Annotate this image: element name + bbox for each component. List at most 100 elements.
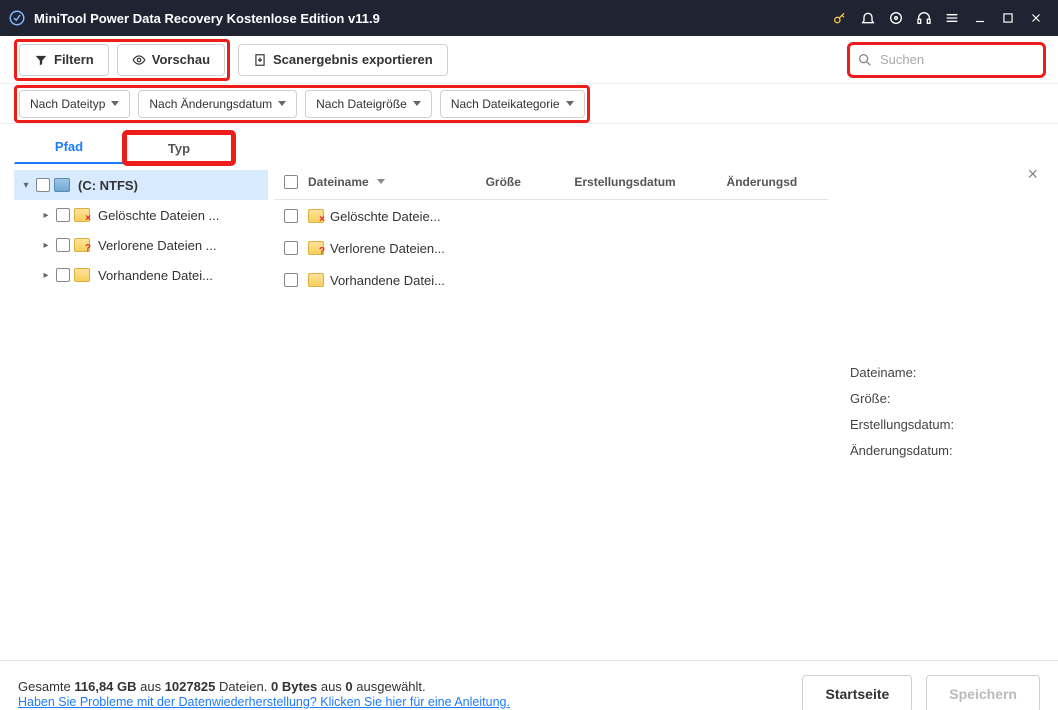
checkbox[interactable] (284, 241, 298, 255)
chevron-down-icon (566, 101, 574, 106)
checkbox-all[interactable] (284, 175, 298, 189)
footer: Gesamte 116,84 GB aus 1027825 Dateien. 0… (0, 660, 1058, 710)
footer-file-count: 1027825 (165, 679, 216, 694)
chevron-right-icon[interactable]: ▸ (40, 270, 52, 281)
save-button[interactable]: Speichern (926, 675, 1040, 710)
filter-category-label: Nach Dateikategorie (451, 97, 560, 111)
filter-button[interactable]: Filtern (19, 44, 109, 76)
filter-filetype[interactable]: Nach Dateityp (19, 90, 130, 118)
close-icon[interactable] (1022, 4, 1050, 32)
main: ▾ (C: NTFS) ▸ Gelöschte Dateien ... ▸ Ve… (0, 164, 1058, 660)
details-panel: × Dateiname: Größe: Erstellungsdatum: Än… (834, 164, 1044, 660)
tree-item-lost[interactable]: ▸ Verlorene Dateien ... (14, 230, 268, 260)
tree-root-label: (C: NTFS) (78, 178, 268, 193)
tab-type[interactable]: Typ (124, 132, 234, 164)
footer-selected-count: 0 (345, 679, 352, 694)
footer-total-size: 116,84 GB (74, 679, 136, 694)
tree-root[interactable]: ▾ (C: NTFS) (14, 170, 268, 200)
col-filename-label: Dateiname (308, 175, 369, 189)
filter-size[interactable]: Nach Dateigröße (305, 90, 432, 118)
list-row-name: Verlorene Dateien... (330, 241, 445, 256)
detail-filename-label: Dateiname: (850, 360, 1038, 386)
detail-size-label: Größe: (850, 386, 1038, 412)
app-title: MiniTool Power Data Recovery Kostenlose … (34, 11, 380, 26)
tabs: Pfad Typ (0, 124, 1058, 164)
disc-icon[interactable] (882, 4, 910, 32)
minimize-icon[interactable] (966, 4, 994, 32)
folder-lost-icon (308, 241, 324, 255)
drive-icon (54, 178, 70, 192)
filter-modified[interactable]: Nach Änderungsdatum (138, 90, 297, 118)
highlight-filters: Nach Dateityp Nach Änderungsdatum Nach D… (14, 85, 590, 123)
export-icon (253, 53, 267, 67)
checkbox[interactable] (56, 268, 70, 282)
list-panel: Dateiname Größe Erstellungsdatum Änderun… (268, 164, 834, 660)
sort-desc-icon (377, 179, 385, 184)
checkbox[interactable] (56, 238, 70, 252)
folder-lost-icon (74, 238, 90, 252)
tree-item-label: Gelöschte Dateien ... (98, 208, 268, 223)
filter-button-label: Filtern (54, 52, 94, 67)
titlebar: MiniTool Power Data Recovery Kostenlose … (0, 0, 1058, 36)
tab-path[interactable]: Pfad (14, 130, 124, 164)
chevron-down-icon (111, 101, 119, 106)
list-row-name: Gelöschte Dateie... (330, 209, 441, 224)
list-header: Dateiname Größe Erstellungsdatum Änderun… (274, 164, 828, 200)
folder-icon (74, 268, 90, 282)
highlight-search (849, 44, 1044, 76)
bell-icon[interactable] (854, 4, 882, 32)
chevron-right-icon[interactable]: ▸ (40, 240, 52, 251)
checkbox[interactable] (284, 209, 298, 223)
detail-created-label: Erstellungsdatum: (850, 412, 1038, 438)
checkbox[interactable] (284, 273, 298, 287)
checkbox[interactable] (36, 178, 50, 192)
folder-deleted-icon (74, 208, 90, 222)
tree-item-label: Vorhandene Datei... (98, 268, 268, 283)
tree-item-deleted[interactable]: ▸ Gelöschte Dateien ... (14, 200, 268, 230)
eye-icon (132, 53, 146, 67)
col-filename[interactable]: Dateiname (308, 175, 486, 189)
col-size[interactable]: Größe (486, 175, 575, 189)
list-row[interactable]: Verlorene Dateien... (274, 232, 828, 264)
filter-modified-label: Nach Änderungsdatum (149, 97, 272, 111)
col-modified[interactable]: Änderungsd (727, 175, 828, 189)
chevron-right-icon[interactable]: ▸ (40, 210, 52, 221)
headset-icon[interactable] (910, 4, 938, 32)
tree-item-label: Verlorene Dateien ... (98, 238, 268, 253)
highlight-filter-preview: Filtern Vorschau (14, 39, 230, 81)
menu-icon[interactable] (938, 4, 966, 32)
footer-text: aus (317, 679, 345, 694)
search-icon (857, 52, 873, 68)
checkbox[interactable] (56, 208, 70, 222)
toolbar: Filtern Vorschau Scanergebnis exportiere… (0, 36, 1058, 84)
export-button-label: Scanergebnis exportieren (273, 52, 433, 67)
home-button[interactable]: Startseite (802, 675, 912, 710)
col-created[interactable]: Erstellungsdatum (574, 175, 726, 189)
tree-item-existing[interactable]: ▸ Vorhandene Datei... (14, 260, 268, 290)
footer-text: aus (137, 679, 165, 694)
folder-icon (308, 273, 324, 287)
chevron-down-icon[interactable]: ▾ (20, 180, 32, 191)
filterbar: Nach Dateityp Nach Änderungsdatum Nach D… (0, 84, 1058, 124)
key-icon[interactable] (826, 4, 854, 32)
footer-text: Dateien. (215, 679, 271, 694)
search-input[interactable] (849, 44, 1044, 76)
maximize-icon[interactable] (994, 4, 1022, 32)
close-details-icon[interactable]: × (1027, 164, 1038, 185)
chevron-down-icon (413, 101, 421, 106)
footer-text: ausgewählt. (353, 679, 426, 694)
footer-info: Gesamte 116,84 GB aus 1027825 Dateien. 0… (18, 679, 788, 709)
filter-category[interactable]: Nach Dateikategorie (440, 90, 585, 118)
filter-filetype-label: Nach Dateityp (30, 97, 105, 111)
footer-text: Gesamte (18, 679, 74, 694)
funnel-icon (34, 53, 48, 67)
preview-button[interactable]: Vorschau (117, 44, 225, 76)
list-row[interactable]: Vorhandene Datei... (274, 264, 828, 296)
detail-modified-label: Änderungsdatum: (850, 438, 1038, 464)
list-row[interactable]: Gelöschte Dateie... (274, 200, 828, 232)
chevron-down-icon (278, 101, 286, 106)
export-button[interactable]: Scanergebnis exportieren (238, 44, 448, 76)
list-row-name: Vorhandene Datei... (330, 273, 445, 288)
help-link[interactable]: Haben Sie Probleme mit der Datenwiederhe… (18, 695, 510, 709)
footer-selected-bytes: 0 Bytes (271, 679, 317, 694)
